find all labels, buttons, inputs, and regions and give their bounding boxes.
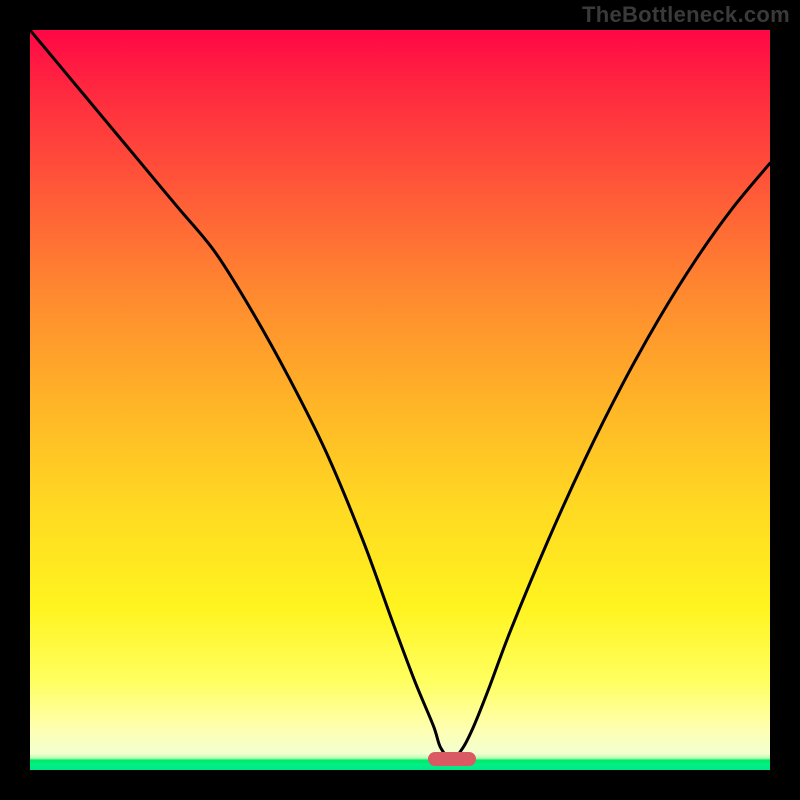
app-frame: TheBottleneck.com xyxy=(0,0,800,800)
curve-path xyxy=(30,30,770,759)
valley-marker xyxy=(428,752,476,766)
plot-area xyxy=(30,30,770,770)
bottleneck-curve xyxy=(30,30,770,770)
watermark-text: TheBottleneck.com xyxy=(582,2,790,28)
